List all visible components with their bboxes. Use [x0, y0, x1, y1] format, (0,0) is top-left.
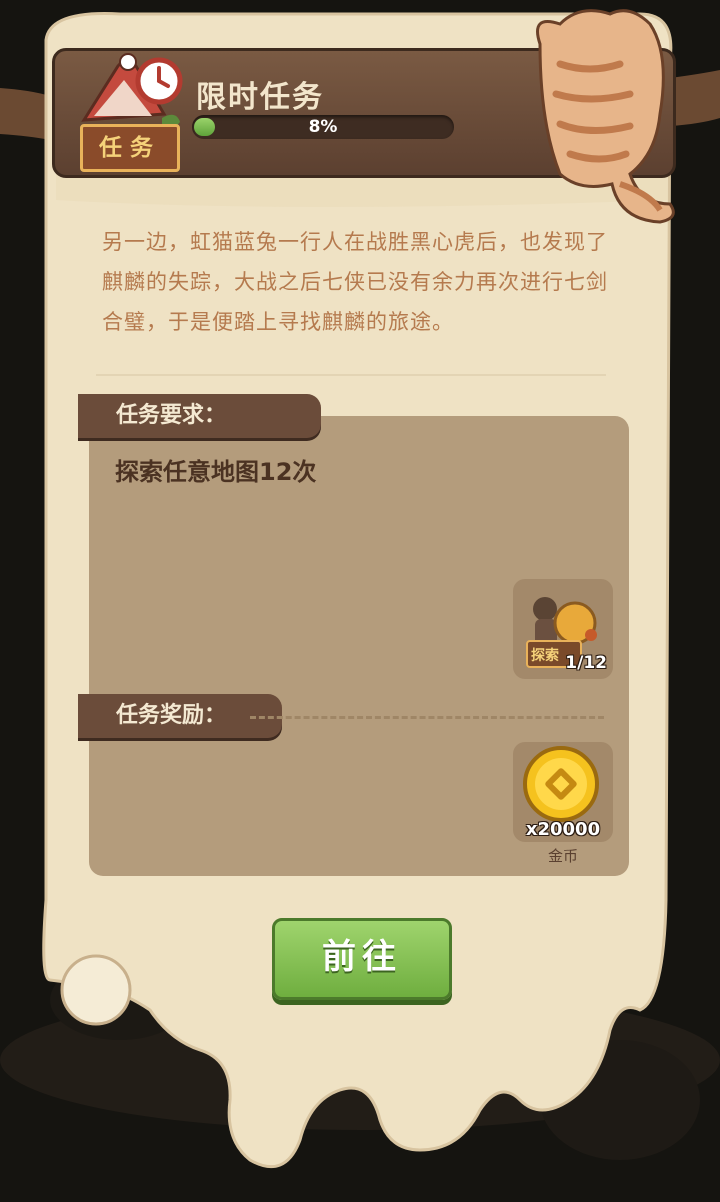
- reward-amount: x20000: [525, 819, 601, 840]
- requirement-text: 探索任意地图12次: [115, 458, 317, 486]
- divider: [96, 374, 606, 376]
- go-button[interactable]: 前往: [272, 918, 452, 1000]
- task-progress-bar: 8%: [192, 115, 454, 139]
- reward-name: 金币: [547, 847, 578, 865]
- explore-label: 探索: [531, 648, 559, 664]
- task-badge: 任务: [72, 50, 190, 172]
- requirement-item-slot[interactable]: 探索 1/12: [513, 579, 613, 679]
- story-description: 另一边，虹猫蓝兔一行人在战胜黑心虎后，也发现了麒麟的失踪，大战之后七侠已没有余力…: [102, 230, 608, 334]
- reward-item-slot[interactable]: x20000: [513, 742, 613, 842]
- progress-text: 8%: [308, 117, 338, 137]
- requirement-tag: 任务要求：: [78, 394, 321, 438]
- reward-divider: [250, 716, 604, 719]
- requirement-count: 1/12: [565, 653, 607, 673]
- cat-illustration: [536, 9, 675, 224]
- task-badge-label: 任务: [80, 124, 180, 172]
- page-title: 限时任务: [196, 80, 324, 115]
- clock-icon: [135, 57, 183, 105]
